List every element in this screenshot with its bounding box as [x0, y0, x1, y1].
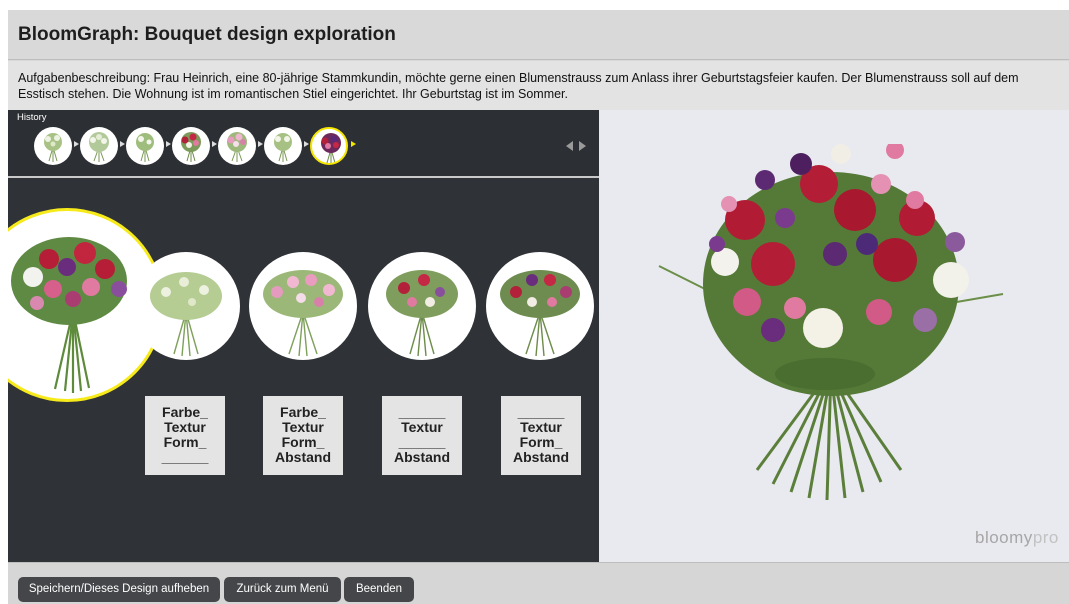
chevron-left-icon[interactable]: [566, 141, 573, 151]
design-options-area: Farbe_ Textur Form_ ______ Farbe_ Textur…: [8, 178, 599, 562]
bottom-toolbar: Speichern/Dieses Design aufheben Zurück …: [8, 562, 1069, 604]
option-bouquet-4[interactable]: [486, 252, 594, 360]
exploration-panel: History Farbe_ Textur Form_ ______ Farbe…: [8, 110, 599, 562]
attribute-label: ______: [398, 434, 446, 450]
history-arrow-icon: [166, 141, 171, 147]
option-attributes-4[interactable]: ______ Textur Form_ Abstand: [501, 396, 581, 475]
option-attributes-2[interactable]: Farbe_ Textur Form_ Abstand: [263, 396, 343, 475]
quit-button[interactable]: Beenden: [344, 577, 414, 602]
save-design-button[interactable]: Speichern/Dieses Design aufheben: [18, 577, 220, 602]
history-item-4[interactable]: [172, 127, 210, 165]
task-description: Aufgabenbeschreibung: Frau Heinrich, ein…: [8, 61, 1069, 110]
history-item-3[interactable]: [126, 127, 164, 165]
history-label: History: [17, 112, 47, 123]
attribute-label: Abstand: [394, 449, 450, 465]
bouquet-preview-icon: [658, 144, 1004, 501]
history-nav: [566, 140, 592, 152]
brand-logo: bloomypro: [975, 528, 1059, 547]
attribute-label: Abstand: [275, 449, 331, 465]
back-to-menu-button[interactable]: Zurück zum Menü: [224, 577, 341, 602]
bouquet-thumb-icon: [89, 132, 109, 162]
attribute-label: Farbe_: [162, 404, 208, 420]
bouquet-thumb-icon: [321, 133, 341, 163]
bouquet-thumb-icon: [274, 133, 292, 162]
history-item-6[interactable]: [264, 127, 302, 165]
bouquet-icon: [263, 270, 343, 357]
option-attributes-3[interactable]: ______ Textur ______ Abstand: [382, 396, 462, 475]
history-arrow-icon: [120, 141, 125, 147]
attribute-label: Textur: [401, 419, 443, 435]
attribute-label: ______: [161, 449, 209, 465]
bouquet-thumb-icon: [227, 132, 247, 162]
option-bouquet-1[interactable]: [132, 252, 240, 360]
bouquet-thumb-icon: [136, 133, 154, 162]
attribute-label: Abstand: [513, 449, 569, 465]
bouquet-thumb-icon: [181, 132, 201, 162]
history-strip: History: [8, 110, 599, 176]
history-arrow-icon: [304, 141, 309, 147]
app-window: BloomGraph: Bouquet design exploration A…: [8, 10, 1069, 604]
option-attributes-1[interactable]: Farbe_ Textur Form_ ______: [145, 396, 225, 475]
history-arrow-icon: [351, 141, 356, 147]
history-item-2[interactable]: [80, 127, 118, 165]
attribute-label: Form_: [519, 434, 563, 450]
option-bouquet-2[interactable]: [249, 252, 357, 360]
chevron-right-icon[interactable]: [579, 141, 586, 151]
attribute-label: Textur: [282, 419, 324, 435]
attribute-label: Form_: [281, 434, 325, 450]
history-item-7-selected[interactable]: [310, 127, 348, 165]
attribute-label: Textur: [520, 419, 562, 435]
page-title: BloomGraph: Bouquet design exploration: [18, 24, 396, 45]
title-bar: BloomGraph: Bouquet design exploration: [8, 10, 1069, 60]
history-arrow-icon: [212, 141, 217, 147]
history-arrow-icon: [74, 141, 79, 147]
history-item-5[interactable]: [218, 127, 256, 165]
history-arrow-icon: [258, 141, 263, 147]
attribute-label: Form_: [163, 434, 207, 450]
history-item-1[interactable]: [34, 127, 72, 165]
preview-panel: bloomypro: [599, 110, 1069, 562]
attribute-label: ______: [398, 404, 446, 420]
bouquet-thumb-icon: [44, 133, 62, 162]
option-bouquet-3[interactable]: [368, 252, 476, 360]
bouquet-icon: [500, 270, 580, 357]
attribute-label: Farbe_: [280, 404, 326, 420]
attribute-label: Textur: [164, 419, 206, 435]
attribute-label: ______: [517, 404, 565, 420]
bouquet-icon: [386, 270, 458, 357]
bouquet-icon: [150, 272, 222, 357]
